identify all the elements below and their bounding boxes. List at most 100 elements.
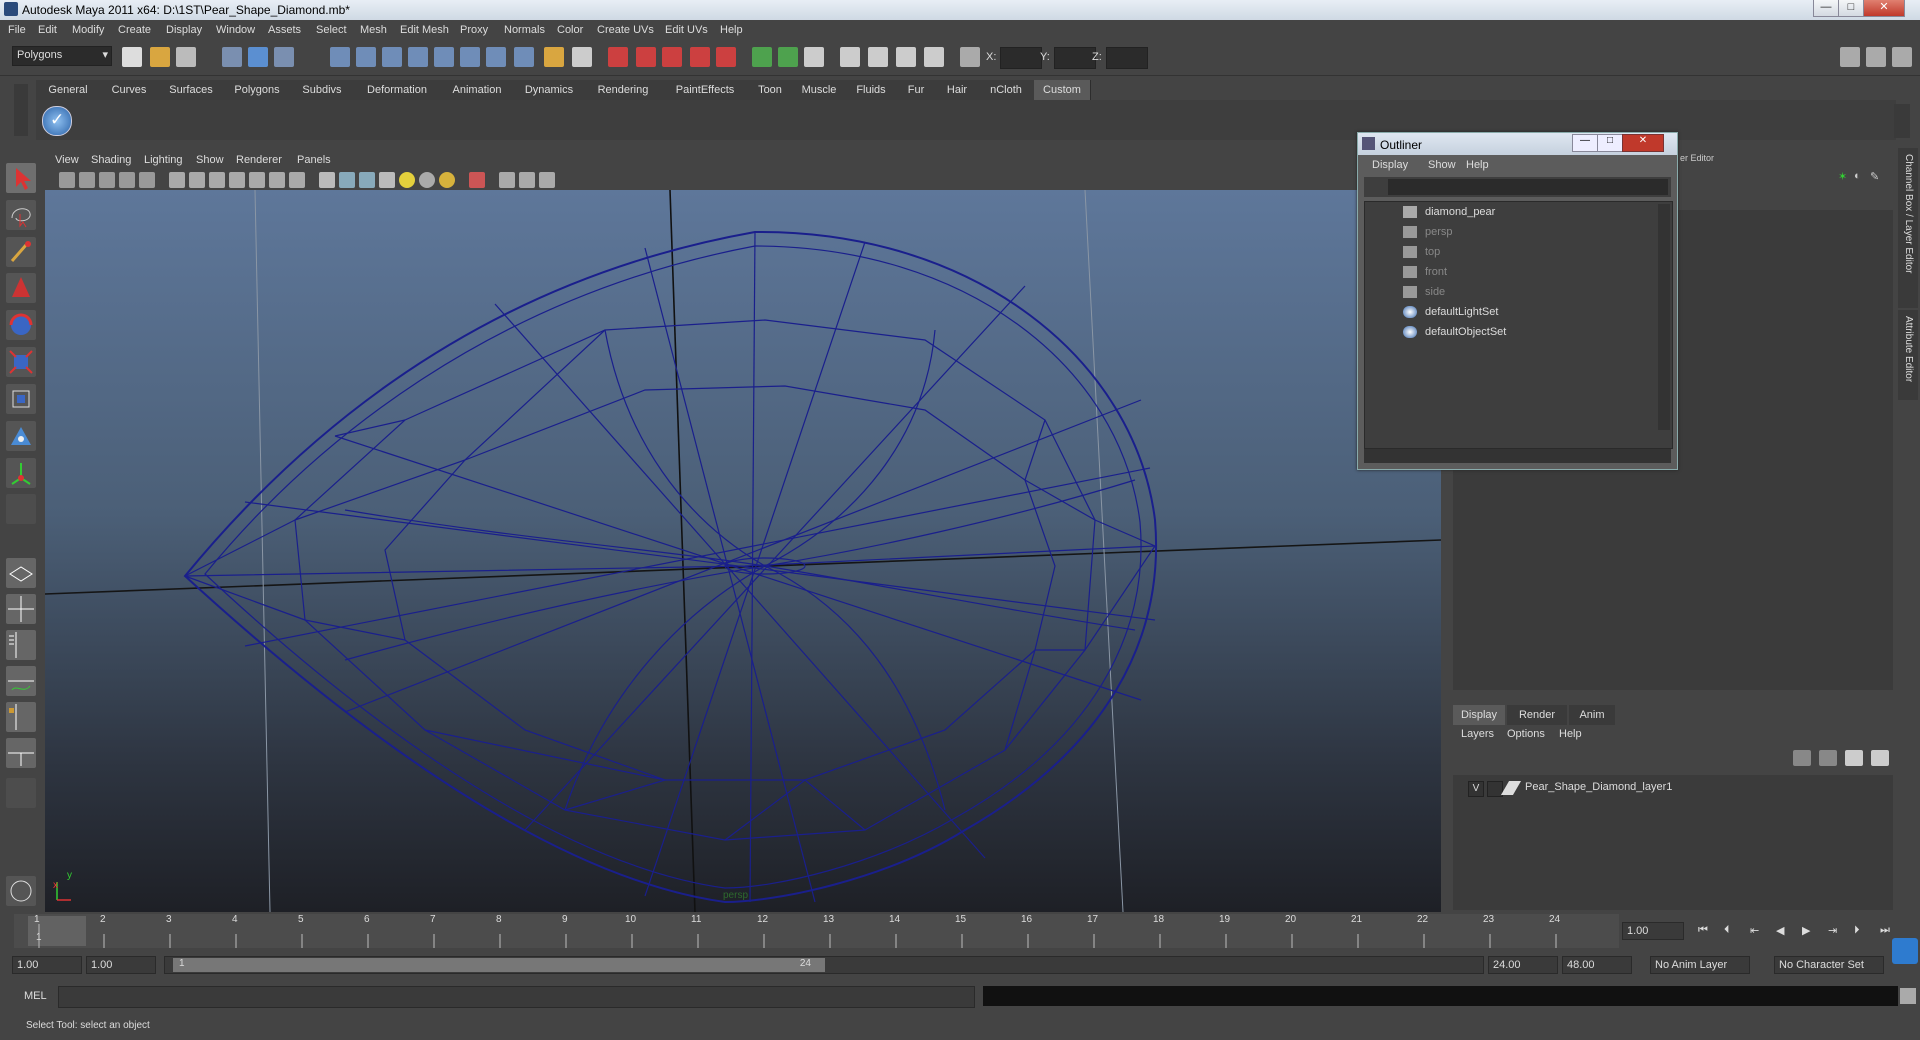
channel-box-manip-icon[interactable]: ✶ — [1838, 170, 1847, 183]
shelf-tab-painteffects[interactable]: PaintEffects — [662, 80, 749, 100]
shelf-tab-polygons[interactable]: Polygons — [224, 80, 291, 100]
layer-menu-options[interactable]: Options — [1507, 728, 1545, 740]
select-tool-icon[interactable] — [6, 163, 36, 193]
menu-select[interactable]: Select — [316, 24, 347, 36]
viewport-menu-shading[interactable]: Shading — [91, 154, 131, 166]
y-field[interactable] — [1054, 47, 1096, 69]
shelf-tab-muscle[interactable]: Muscle — [792, 80, 847, 100]
wireframe-on-shaded-icon[interactable] — [359, 172, 375, 188]
viewport-menu-panels[interactable]: Panels — [297, 154, 331, 166]
film-gate-icon[interactable] — [189, 172, 205, 188]
menu-create-uvs[interactable]: Create UVs — [597, 24, 654, 36]
snap-curve-icon[interactable] — [356, 47, 376, 67]
layout-outliner-persp-icon[interactable] — [6, 630, 36, 660]
select-hierarchy-icon[interactable] — [222, 47, 242, 67]
layer-tab-render[interactable]: Render — [1507, 705, 1567, 725]
render-settings-icon[interactable] — [636, 47, 656, 67]
new-scene-icon[interactable] — [122, 47, 142, 67]
outliner-minimize-button[interactable]: — — [1572, 134, 1598, 152]
snap-surface-icon[interactable] — [434, 47, 454, 67]
step-back-frame-icon[interactable]: ⏴ — [1724, 924, 1730, 937]
viewport-menu-show[interactable]: Show — [196, 154, 224, 166]
resolution-gate-icon[interactable] — [209, 172, 225, 188]
shelf-tab-fur[interactable]: Fur — [896, 80, 937, 100]
shelf-tab-general[interactable]: General — [36, 80, 101, 100]
snap-point-icon[interactable] — [382, 47, 402, 67]
tool-settings-icon[interactable] — [868, 47, 888, 67]
outliner-maximize-button[interactable]: □ — [1597, 134, 1623, 152]
outliner-search-input[interactable] — [1388, 179, 1668, 195]
outliner-menu-display[interactable]: Display — [1372, 159, 1408, 171]
channel-box-speed-icon[interactable]: ◐ — [1854, 170, 1861, 182]
auto-key-icon[interactable] — [1892, 938, 1918, 964]
safe-action-icon[interactable] — [269, 172, 285, 188]
attribute-icon[interactable] — [804, 47, 824, 67]
select-camera-icon[interactable] — [59, 172, 75, 188]
transform-icon[interactable] — [896, 47, 916, 67]
hypershade-icon[interactable] — [662, 47, 682, 67]
x-field[interactable] — [1000, 47, 1042, 69]
shelf-menu-handle[interactable] — [14, 84, 28, 136]
show-hide-channel-box-icon[interactable] — [1892, 47, 1912, 67]
absolute-transform-icon[interactable] — [960, 47, 980, 67]
snap-grid-icon[interactable] — [330, 47, 350, 67]
shelf-tab-custom[interactable]: Custom — [1034, 80, 1091, 100]
shadows-icon[interactable] — [439, 172, 455, 188]
input-ops-icon[interactable] — [752, 47, 772, 67]
list-item[interactable]: diamond_pear — [1403, 206, 1495, 218]
safe-title-icon[interactable] — [289, 172, 305, 188]
menu-file[interactable]: File — [8, 24, 26, 36]
outliner-titlebar[interactable]: Outliner — □ ✕ — [1358, 133, 1677, 155]
shelf-tab-deformation[interactable]: Deformation — [354, 80, 441, 100]
high-quality-icon[interactable] — [519, 172, 535, 188]
soft-mod-icon[interactable] — [6, 421, 36, 451]
layer-tab-anim[interactable]: Anim — [1569, 705, 1615, 725]
menu-create[interactable]: Create — [118, 24, 151, 36]
channel-box-hyper-icon[interactable]: ✎ — [1870, 170, 1879, 183]
menu-edit[interactable]: Edit — [38, 24, 57, 36]
use-default-light-icon[interactable] — [399, 172, 415, 188]
show-manipulator-icon[interactable] — [840, 47, 860, 67]
lasso-tool-icon[interactable] — [6, 200, 36, 230]
last-tool-icon[interactable] — [6, 494, 36, 524]
playback-start-field[interactable]: 1.00 — [86, 956, 156, 974]
menu-display[interactable]: Display — [166, 24, 202, 36]
range-slider-handle[interactable]: 1 24 — [173, 958, 825, 972]
grid-icon[interactable] — [169, 172, 185, 188]
step-back-key-icon[interactable]: ⇤ — [1750, 924, 1759, 937]
share-view-icon[interactable] — [539, 172, 555, 188]
animation-end-field[interactable]: 48.00 — [1562, 956, 1632, 974]
go-to-end-icon[interactable]: ⏭ — [1880, 924, 1890, 937]
layout-hypershade-icon[interactable] — [6, 702, 36, 732]
shelf-tab-toon[interactable]: Toon — [748, 80, 793, 100]
snap-live-icon[interactable] — [460, 47, 480, 67]
menu-proxy[interactable]: Proxy — [460, 24, 488, 36]
bookmarks-icon[interactable] — [99, 172, 115, 188]
shelf-tab-dynamics[interactable]: Dynamics — [514, 80, 585, 100]
shelf-tab-subdivs[interactable]: Subdivs — [290, 80, 355, 100]
layer-visibility-toggle[interactable]: V — [1468, 781, 1484, 797]
outliner-menu-show[interactable]: Show — [1428, 159, 1456, 171]
gate-mask-icon[interactable] — [229, 172, 245, 188]
lock-icon[interactable] — [544, 47, 564, 67]
menu-modify[interactable]: Modify — [72, 24, 104, 36]
xray-icon[interactable] — [469, 172, 485, 188]
show-hide-tool-settings-icon[interactable] — [1866, 47, 1886, 67]
viewport-menu-lighting[interactable]: Lighting — [144, 154, 183, 166]
menu-assets[interactable]: Assets — [268, 24, 301, 36]
move-icon[interactable] — [924, 47, 944, 67]
render-current-icon[interactable] — [572, 47, 592, 67]
shelf-tool-hand-icon[interactable] — [6, 876, 36, 906]
layout-single-icon[interactable] — [6, 558, 36, 588]
shelf-tab-ncloth[interactable]: nCloth — [978, 80, 1035, 100]
current-time-field[interactable]: 1.00 — [1622, 922, 1684, 940]
show-hide-attribute-editor-icon[interactable] — [1840, 47, 1860, 67]
layer-menu-layers[interactable]: Layers — [1461, 728, 1494, 740]
isolate-select-icon[interactable] — [499, 172, 515, 188]
play-backwards-icon[interactable]: ◀ — [1776, 924, 1784, 937]
all-lights-icon[interactable] — [419, 172, 435, 188]
camera-attributes-icon[interactable] — [79, 172, 95, 188]
go-to-start-icon[interactable]: ⏮ — [1698, 924, 1708, 937]
menu-help[interactable]: Help — [720, 24, 743, 36]
side-tab-channel-box[interactable]: Channel Box / Layer Editor — [1898, 148, 1918, 308]
